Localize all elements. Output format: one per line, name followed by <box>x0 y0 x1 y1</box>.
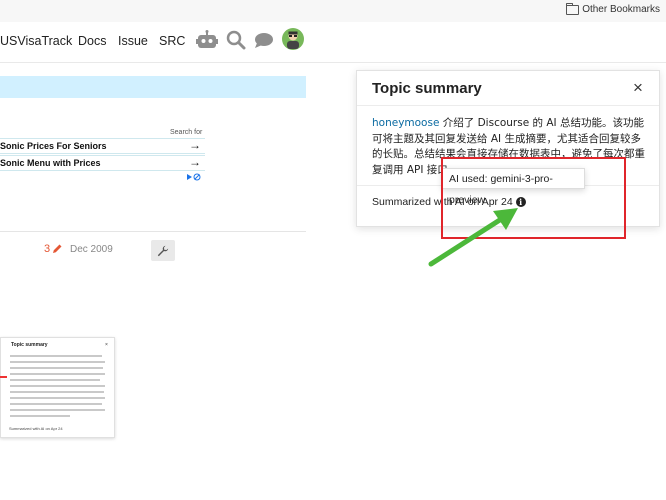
nav-src[interactable]: SRC <box>159 34 185 48</box>
chat-icon[interactable] <box>254 32 274 49</box>
ad-item-label: Sonic Prices For Seniors <box>0 141 107 151</box>
close-icon[interactable]: × <box>633 78 643 98</box>
robot-icon[interactable] <box>196 30 218 50</box>
summary-thumbnail: Topic summary × Summarized with AI on Ap… <box>0 337 115 438</box>
summary-divider <box>357 105 659 106</box>
thumbnail-text-line <box>10 391 104 393</box>
ad-item[interactable]: Sonic Prices For Seniors → <box>0 138 205 154</box>
announcement-banner <box>0 76 306 98</box>
arrow-right-icon: → <box>189 155 201 169</box>
pencil-icon[interactable] <box>52 243 63 254</box>
summary-title: Topic summary <box>372 80 482 97</box>
thumbnail-text-line <box>10 403 102 405</box>
thumbnail-text-line <box>10 409 105 411</box>
arrow-right-icon: → <box>189 138 201 152</box>
nav-docs[interactable]: Docs <box>78 34 106 48</box>
folder-icon <box>566 2 580 15</box>
nav-usvisatrack[interactable]: USVisaTrack <box>0 34 72 48</box>
thumbnail-arrow <box>0 376 7 378</box>
other-bookmarks[interactable]: Other Bookmarks <box>566 2 660 15</box>
ad-caption: Search for <box>170 129 203 136</box>
thumbnail-text-line <box>10 379 100 381</box>
post-divider <box>0 231 306 232</box>
thumbnail-text-line <box>10 355 102 357</box>
thumbnail-title: Topic summary <box>11 342 48 348</box>
adchoices-icon[interactable] <box>186 173 202 181</box>
thumbnail-text-line <box>10 397 105 399</box>
thumbnail-text-line <box>10 367 103 369</box>
avatar[interactable] <box>282 28 304 50</box>
username-link[interactable]: honeymoose <box>372 117 439 129</box>
search-icon[interactable] <box>226 30 246 50</box>
thumbnail-text-line <box>10 385 105 387</box>
thumbnail-text-line <box>10 415 70 417</box>
post-date: Dec 2009 <box>70 244 113 255</box>
thumbnail-text-line <box>10 373 105 375</box>
wrench-icon <box>157 245 169 256</box>
nav-issue[interactable]: Issue <box>118 34 148 48</box>
thumbnail-close-icon: × <box>105 342 108 348</box>
thumbnail-text-line <box>10 361 105 363</box>
other-bookmarks-label: Other Bookmarks <box>582 4 660 15</box>
thumbnail-footer: Summarized with AI on Apr 24 <box>9 426 63 431</box>
annotation-arrow <box>428 208 518 267</box>
ad-item[interactable]: Sonic Menu with Prices → <box>0 155 205 171</box>
like-count: 3 <box>44 243 51 255</box>
ad-item-label: Sonic Menu with Prices <box>0 158 101 168</box>
admin-wrench-button[interactable] <box>151 240 175 261</box>
